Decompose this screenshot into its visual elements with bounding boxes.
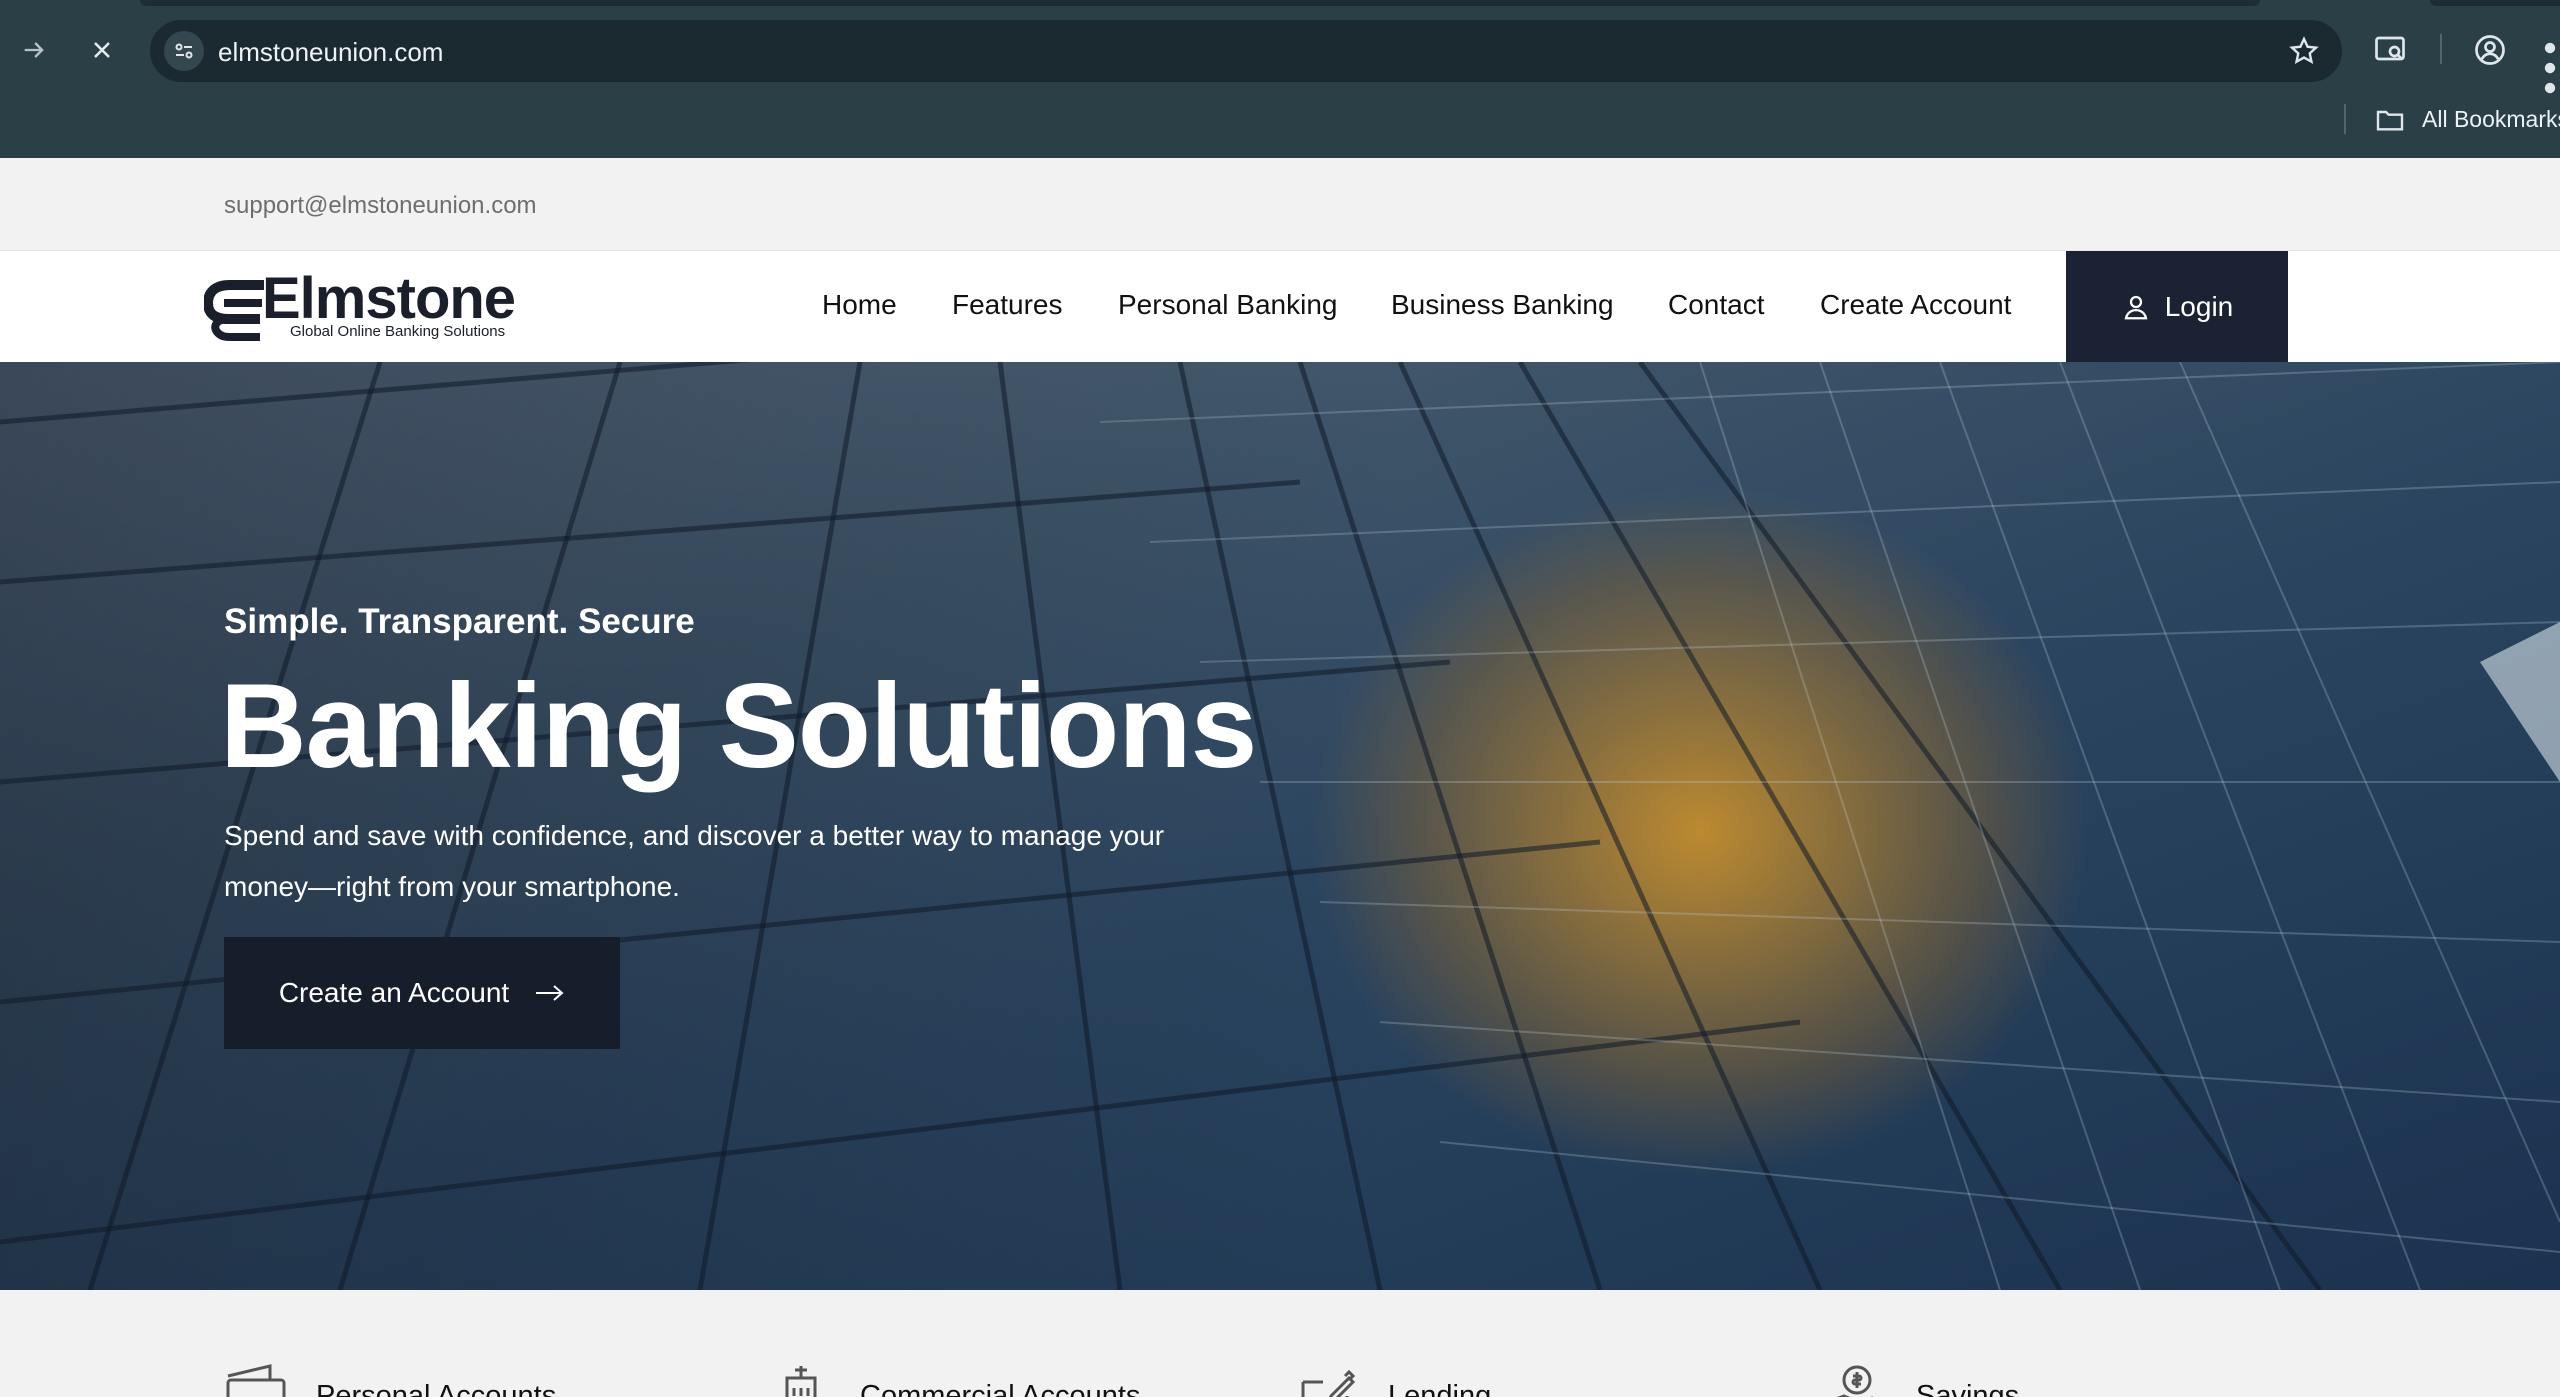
logo-mark-icon: [204, 280, 264, 341]
feature-label: Savings: [1916, 1380, 2020, 1397]
feature-label: Lending: [1388, 1380, 1492, 1397]
feature-savings[interactable]: Savings: [1824, 1362, 2019, 1397]
user-icon: [2124, 295, 2148, 320]
bookmark-separator: [2344, 104, 2346, 134]
feature-personal-accounts[interactable]: Personal Accounts: [224, 1362, 556, 1397]
feature-label: Commercial Accounts: [860, 1380, 1141, 1397]
login-button[interactable]: Login: [2066, 251, 2288, 363]
logo-name: Elmstone: [262, 266, 516, 331]
create-account-label: Create an Account: [278, 977, 510, 1008]
nav-business-banking[interactable]: Business Banking: [1391, 289, 1614, 321]
address-bar[interactable]: elmstoneunion.com: [150, 20, 2342, 82]
hero-tagline: Simple. Transparent. Secure: [224, 602, 695, 641]
feature-lending[interactable]: Lending: [1296, 1362, 1491, 1397]
profile-icon[interactable]: [2472, 32, 2508, 68]
feature-commercial-accounts[interactable]: Commercial Accounts: [768, 1362, 1140, 1397]
tab-strip-right: [2430, 0, 2560, 6]
tab-strip: [140, 0, 2260, 6]
toolbar-separator: [2440, 34, 2442, 64]
browser-chrome: elmstoneunion.com All Bookmarks: [0, 0, 2560, 158]
folder-icon[interactable]: [2374, 104, 2406, 134]
forward-arrow-icon[interactable]: [14, 30, 54, 70]
more-menu-icon[interactable]: [2540, 32, 2560, 94]
url-text[interactable]: elmstoneunion.com: [218, 37, 443, 68]
hero-description: Spend and save with confidence, and disc…: [224, 820, 1165, 902]
site-info-icon[interactable]: [164, 31, 204, 71]
feature-label: Personal Accounts: [316, 1380, 557, 1397]
features-strip: Personal Accounts Commercial Accounts Le…: [0, 1290, 2560, 1397]
building-icon: [785, 1366, 817, 1397]
hero-section: Simple. Transparent. Secure Banking Solu…: [0, 362, 2560, 1290]
cast-search-icon[interactable]: [2372, 32, 2408, 68]
nav-create-account[interactable]: Create Account: [1820, 289, 2011, 321]
bookmark-star-icon[interactable]: [2288, 35, 2320, 67]
nav-contact[interactable]: Contact: [1668, 289, 1765, 321]
money-hand-icon: [1837, 1365, 1874, 1397]
create-account-button[interactable]: Create an Account: [224, 937, 620, 1049]
document-pen-icon: [1301, 1369, 1356, 1397]
site-logo[interactable]: Elmstone Global Online Banking Solutions: [204, 266, 534, 347]
hero-title: Banking Solutions: [220, 659, 1257, 793]
nav-personal-banking[interactable]: Personal Banking: [1118, 289, 1337, 321]
login-label: Login: [2164, 291, 2234, 322]
arrow-right-icon: [536, 985, 564, 1001]
support-email[interactable]: support@elmstoneunion.com: [224, 192, 537, 220]
stop-loading-icon[interactable]: [82, 30, 122, 70]
site-header: Elmstone Global Online Banking Solutions…: [0, 250, 2560, 363]
logo-tagline: Global Online Banking Solutions: [290, 323, 506, 340]
wallet-icon: [226, 1364, 286, 1397]
nav-home[interactable]: Home: [822, 289, 897, 321]
nav-features[interactable]: Features: [952, 289, 1063, 321]
top-info-bar: support@elmstoneunion.com: [0, 158, 2560, 250]
all-bookmarks-link[interactable]: All Bookmarks: [2422, 106, 2560, 133]
